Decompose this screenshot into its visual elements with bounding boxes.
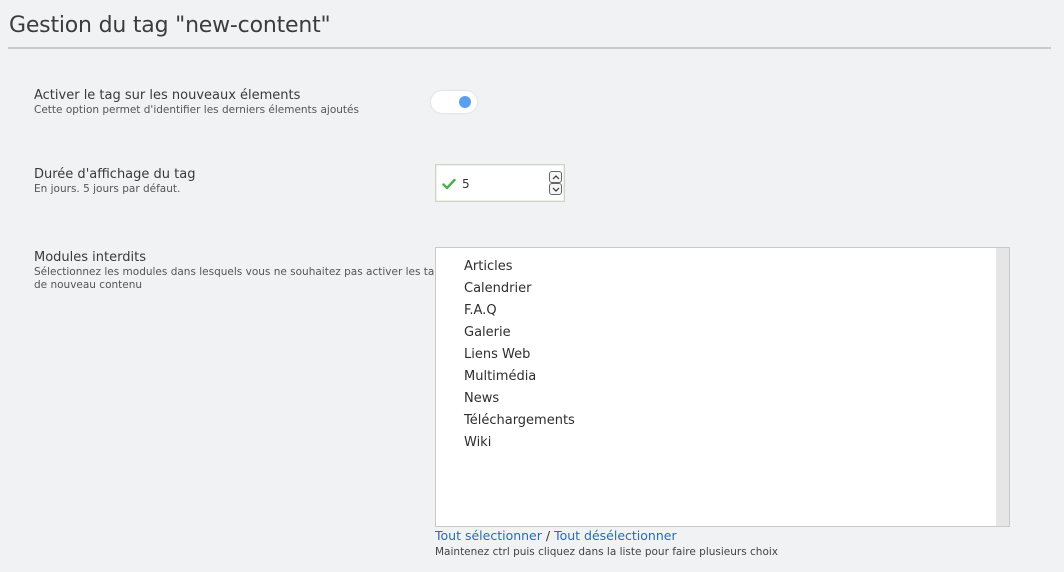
title-divider bbox=[8, 47, 1051, 49]
check-icon bbox=[442, 178, 456, 190]
modules-description-line2: de nouveau contenu bbox=[34, 279, 143, 291]
chevron-down-icon bbox=[552, 187, 560, 192]
selection-links: Tout sélectionner / Tout désélectionner bbox=[435, 528, 677, 543]
page: Gestion du tag "new-content" Activer le … bbox=[0, 0, 1064, 572]
deselect-all-link[interactable]: Tout désélectionner bbox=[554, 528, 677, 543]
chevron-up-icon bbox=[552, 175, 560, 180]
select-all-link[interactable]: Tout sélectionner bbox=[435, 528, 542, 543]
duration-label: Durée d'affichage du tag bbox=[34, 167, 196, 182]
list-item[interactable]: News bbox=[464, 391, 499, 406]
list-item[interactable]: Téléchargements bbox=[464, 413, 575, 428]
list-item[interactable]: Multimédia bbox=[464, 369, 536, 384]
modules-label: Modules interdits bbox=[34, 250, 146, 265]
increment-button[interactable] bbox=[549, 171, 562, 183]
list-item[interactable]: Articles bbox=[464, 259, 512, 274]
activate-description: Cette option permet d'identifier les der… bbox=[34, 104, 359, 116]
toggle-knob bbox=[459, 96, 471, 108]
decrement-button[interactable] bbox=[549, 183, 562, 195]
activate-label: Activer le tag sur les nouveaux élements bbox=[34, 88, 301, 103]
duration-description: En jours. 5 jours par défaut. bbox=[34, 183, 181, 195]
activate-toggle[interactable] bbox=[431, 91, 477, 113]
multi-select-hint: Maintenez ctrl puis cliquez dans la list… bbox=[435, 546, 778, 558]
list-item[interactable]: Wiki bbox=[464, 435, 491, 450]
duration-value[interactable]: 5 bbox=[462, 177, 470, 191]
list-item[interactable]: F.A.Q bbox=[464, 303, 497, 318]
listbox-scrollbar[interactable] bbox=[996, 248, 1009, 526]
page-title: Gestion du tag "new-content" bbox=[9, 13, 331, 38]
list-item[interactable]: Galerie bbox=[464, 325, 511, 340]
modules-listbox[interactable]: Articles Calendrier F.A.Q Galerie Liens … bbox=[435, 247, 1010, 527]
links-separator: / bbox=[541, 528, 555, 543]
list-item[interactable]: Calendrier bbox=[464, 281, 531, 296]
modules-description-line1: Sélectionnez les modules dans lesquels v… bbox=[34, 266, 447, 278]
list-item[interactable]: Liens Web bbox=[464, 347, 530, 362]
duration-input[interactable]: 5 bbox=[435, 164, 565, 202]
